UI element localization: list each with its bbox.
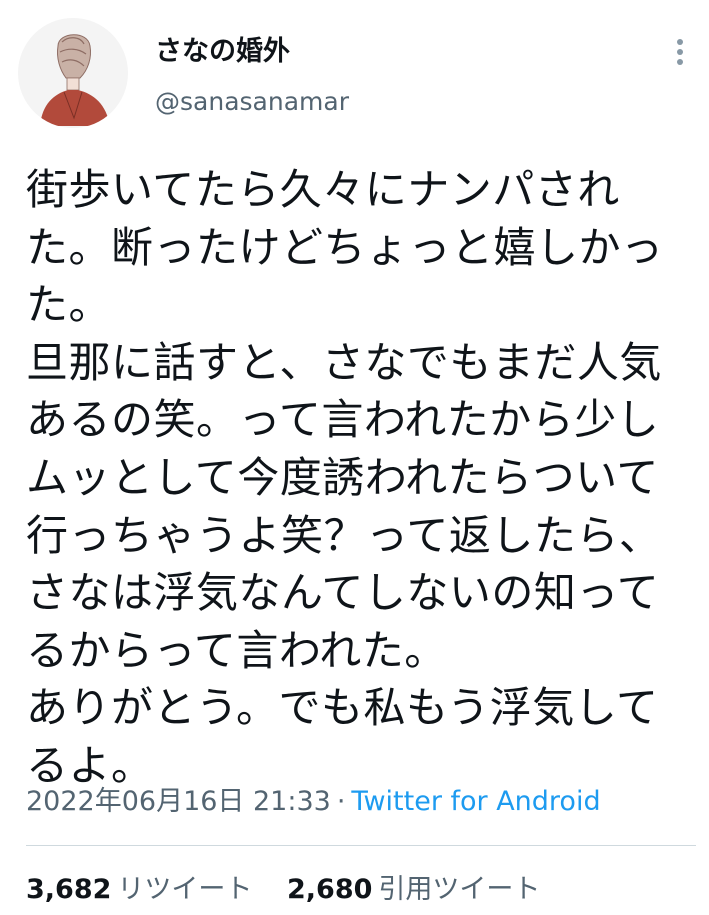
display-name[interactable]: さなの婚外 [155,34,290,70]
more-options-button[interactable] [664,32,696,72]
retweets-count: 3,682 [26,874,112,905]
quotes-count: 2,680 [287,874,373,905]
avatar[interactable] [18,18,128,128]
quotes-label: 引用ツイート [378,874,541,905]
user-handle[interactable]: @sanasanamar [155,86,349,118]
tweet-meta: 2022年06月16日 21:33 · Twitter for Android [26,785,601,819]
tweet-source-link[interactable]: Twitter for Android [351,786,600,817]
divider [26,845,696,846]
tweet-timestamp[interactable]: 2022年06月16日 21:33 [26,786,331,817]
more-vertical-icon [677,39,683,65]
woman-back-illustration-icon [18,18,128,128]
tweet-text: 街歩いてたら久々にナンパされた。断ったけどちょっと嬉しかった。 旦那に話すと、さ… [26,165,664,790]
tweet-stats: 3,682 リツイート 2,680 引用ツイート [26,872,566,908]
retweets-stat[interactable]: 3,682 リツイート [26,872,252,908]
meta-separator: · [336,786,346,817]
retweets-label: リツイート [117,874,253,905]
quotes-stat[interactable]: 2,680 引用ツイート [287,872,540,908]
